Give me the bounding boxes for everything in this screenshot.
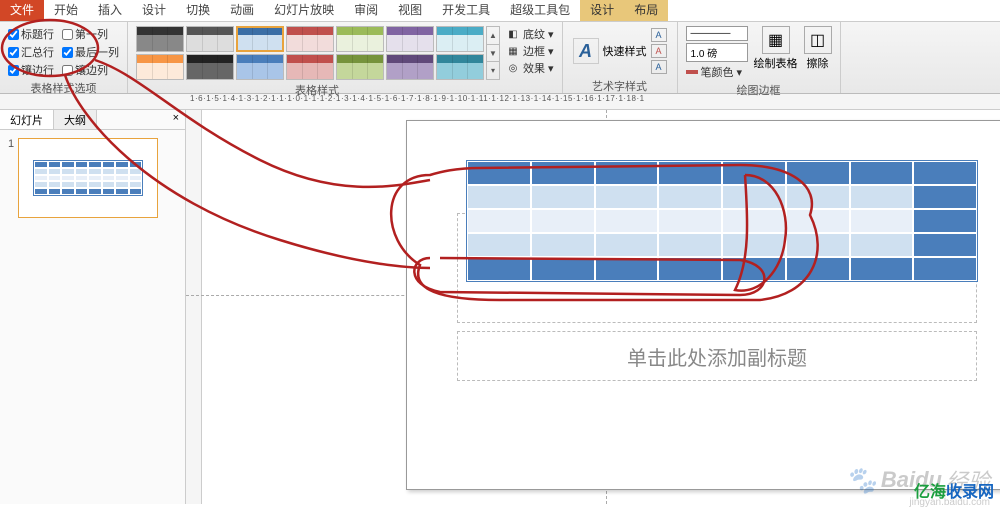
table-style-0[interactable] <box>136 26 184 52</box>
eraser-icon: ◫ <box>804 26 832 54</box>
check-total-row[interactable]: 汇总行 <box>8 44 54 60</box>
thumb-table-preview <box>33 160 143 196</box>
table-style-gallery <box>134 24 486 82</box>
effects-button[interactable]: ◎效果 ▾ <box>506 60 554 76</box>
watermark-site: 亿海收录网 <box>914 478 994 502</box>
table-style-3[interactable] <box>286 26 334 52</box>
side-tab-slides[interactable]: 幻灯片 <box>0 110 54 129</box>
check-banded-col[interactable]: 镶边列 <box>62 62 108 78</box>
table-style-5[interactable] <box>386 26 434 52</box>
table-style-7[interactable] <box>136 54 184 80</box>
tab-insert[interactable]: 插入 <box>88 0 132 21</box>
inserted-table[interactable] <box>467 161 977 281</box>
group-label-draw: 绘图边框 <box>684 82 834 98</box>
tab-transitions[interactable]: 切换 <box>176 0 220 21</box>
check-last-col[interactable]: 最后一列 <box>62 44 119 60</box>
group-wordart: A 快速样式 A A A 艺术字样式 <box>563 22 678 93</box>
tab-supertools[interactable]: 超级工具包 <box>500 0 580 21</box>
tab-developer[interactable]: 开发工具 <box>432 0 500 21</box>
draw-table-button[interactable]: ▦ 绘制表格 <box>754 26 798 71</box>
slide-1[interactable]: 单击此处添加副标题 <box>406 120 1000 490</box>
paw-icon: 🐾 <box>844 465 876 496</box>
tab-table-design[interactable]: 设计 <box>580 0 624 21</box>
check-banded-row[interactable]: 镶边行 <box>8 62 54 78</box>
table-style-9[interactable] <box>236 54 284 80</box>
gallery-scroll: ▲ ▼ ▾ <box>486 26 500 80</box>
tab-home[interactable]: 开始 <box>44 0 88 21</box>
table-style-6[interactable] <box>436 26 484 52</box>
pen-style-select[interactable]: ———— <box>686 26 748 41</box>
table-style-8[interactable] <box>186 54 234 80</box>
subtitle-text: 单击此处添加副标题 <box>627 342 807 371</box>
text-outline-icon[interactable]: A <box>651 44 667 58</box>
side-tab-outline[interactable]: 大纲 <box>54 110 97 129</box>
group-table-options: 标题行 第一列 汇总行 最后一列 镶边行 镶边列 表格样式选项 <box>0 22 128 93</box>
text-fill-icon[interactable]: A <box>651 28 667 42</box>
group-draw-borders: ———— 1.0 磅 笔颜色 ▾ ▦ 绘制表格 ◫ 擦除 绘图边框 <box>678 22 841 93</box>
slide-canvas[interactable]: 单击此处添加副标题 <box>186 110 1000 504</box>
paint-bucket-icon: ◧ <box>506 27 520 41</box>
gallery-more-icon[interactable]: ▾ <box>487 62 499 79</box>
chevron-down-icon: ▾ <box>548 62 554 75</box>
shading-column: ◧底纹 ▾ ▦边框 ▾ ◎效果 ▾ <box>504 24 556 91</box>
table-style-11[interactable] <box>336 54 384 80</box>
eraser-button[interactable]: ◫ 擦除 <box>804 26 832 71</box>
tab-file[interactable]: 文件 <box>0 0 44 21</box>
main-area: 幻灯片 大纲 × 1 <box>0 110 1000 504</box>
quick-style-label: 快速样式 <box>603 43 647 59</box>
group-label-options: 表格样式选项 <box>6 80 121 96</box>
close-icon[interactable]: × <box>167 110 185 129</box>
tab-animations[interactable]: 动画 <box>220 0 264 21</box>
shading-button[interactable]: ◧底纹 ▾ <box>506 26 554 42</box>
table-style-1[interactable] <box>186 26 234 52</box>
gallery-down-icon[interactable]: ▼ <box>487 45 499 63</box>
text-effects-icon[interactable]: A <box>651 60 667 74</box>
gallery-up-icon[interactable]: ▲ <box>487 27 499 45</box>
vertical-ruler <box>186 110 202 504</box>
effects-icon: ◎ <box>506 61 520 75</box>
tab-bar: 文件 开始 插入 设计 切换 动画 幻灯片放映 审阅 视图 开发工具 超级工具包… <box>0 0 1000 22</box>
border-button[interactable]: ▦边框 ▾ <box>506 43 554 59</box>
table-style-10[interactable] <box>286 54 334 80</box>
draw-table-icon: ▦ <box>762 26 790 54</box>
subtitle-placeholder[interactable]: 单击此处添加副标题 <box>457 331 977 381</box>
slide-panel: 幻灯片 大纲 × 1 <box>0 110 186 504</box>
tab-review[interactable]: 审阅 <box>344 0 388 21</box>
border-icon: ▦ <box>506 44 520 58</box>
check-header-row[interactable]: 标题行 <box>8 26 54 42</box>
table-style-12[interactable] <box>386 54 434 80</box>
slide-thumbnail-1[interactable] <box>18 138 158 218</box>
pen-weight-select[interactable]: 1.0 磅 <box>686 43 748 62</box>
table-style-13[interactable] <box>436 54 484 80</box>
pen-color-button[interactable]: 笔颜色 ▾ <box>686 64 748 80</box>
ribbon: 标题行 第一列 汇总行 最后一列 镶边行 镶边列 表格样式选项 <box>0 22 1000 94</box>
wordart-quick-styles[interactable]: A <box>573 38 599 64</box>
chevron-down-icon: ▾ <box>548 28 554 41</box>
table-style-4[interactable] <box>336 26 384 52</box>
tab-design[interactable]: 设计 <box>132 0 176 21</box>
tab-table-layout[interactable]: 布局 <box>624 0 668 21</box>
table-style-selected[interactable] <box>236 26 284 52</box>
tab-view[interactable]: 视图 <box>388 0 432 21</box>
pen-color-icon <box>686 70 698 74</box>
check-first-col[interactable]: 第一列 <box>62 26 108 42</box>
tab-slideshow[interactable]: 幻灯片放映 <box>264 0 344 21</box>
chevron-down-icon: ▾ <box>548 45 554 58</box>
group-label-wordart: 艺术字样式 <box>569 78 671 94</box>
group-table-styles: ▲ ▼ ▾ 表格样式 ◧底纹 ▾ ▦边框 ▾ ◎效果 ▾ <box>128 22 563 93</box>
slide-number: 1 <box>8 138 14 218</box>
